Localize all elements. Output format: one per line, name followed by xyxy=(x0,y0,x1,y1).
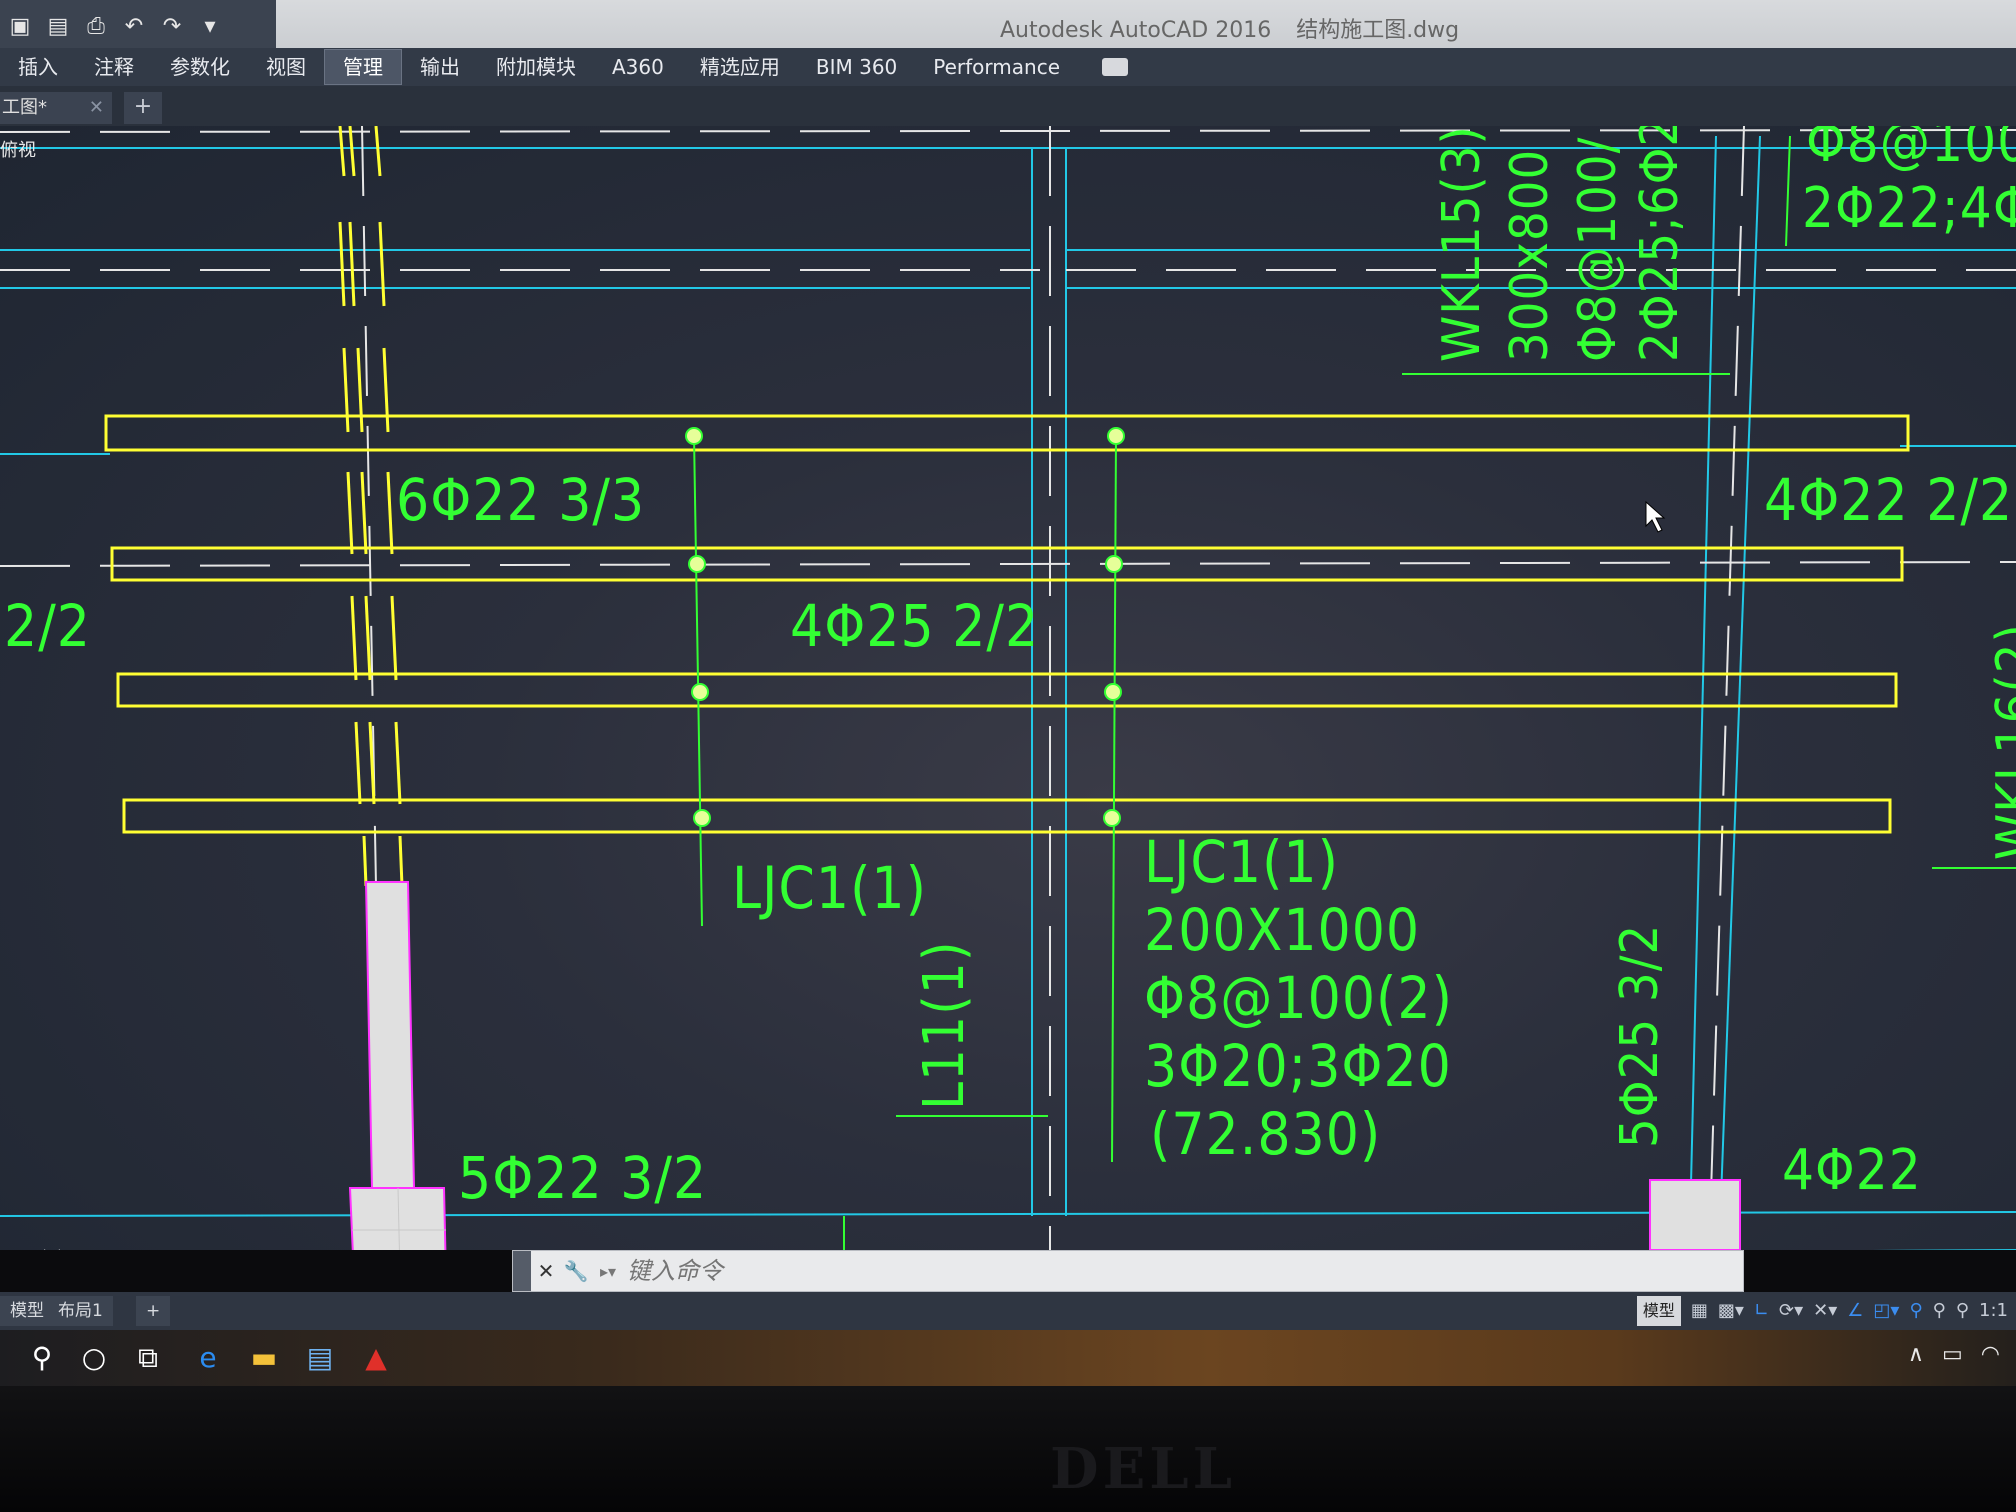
undo-icon[interactable]: ↶ xyxy=(120,13,148,41)
label-top-right-rebar: 2Φ22;4Φ xyxy=(1802,176,2016,241)
tab-insert[interactable]: 插入 xyxy=(0,50,76,84)
monitor-brand-logo: DELL xyxy=(1050,1436,1236,1502)
label-ljc-right-stirrup: Φ8@100(2) xyxy=(1144,964,1453,1032)
system-tray: ∧ ▭ ◠ xyxy=(1908,1342,2000,1367)
status-toggles: 模型 ▦ ▩▾ ∟ ⟳▾ ✕▾ ∠ ◰▾ ⚲ ⚲ ⚲ 1:1 xyxy=(1636,1294,2016,1328)
label-rebar-bottom-right: 4Φ22 xyxy=(1782,1138,1922,1203)
label-ljc-right-size: 200X1000 xyxy=(1144,896,1421,964)
close-icon[interactable]: ✕ xyxy=(89,92,104,124)
label-rebar-right: 4Φ22 2/2 xyxy=(1764,466,2014,534)
close-icon[interactable]: ✕ xyxy=(531,1259,561,1283)
search-icon[interactable]: ⚲ xyxy=(24,1340,60,1376)
center-lines xyxy=(0,126,2016,1250)
tab-output[interactable]: 输出 xyxy=(402,50,478,84)
tab-parametric[interactable]: 参数化 xyxy=(152,50,248,84)
redo-icon[interactable]: ↷ xyxy=(158,13,186,41)
print-icon[interactable]: ⎙ xyxy=(82,13,110,41)
save-as-icon[interactable]: ▤ xyxy=(44,13,72,41)
ribbon-toggle-icon[interactable] xyxy=(1102,58,1129,76)
label-rebar-middle: 4Φ25 2/2 xyxy=(790,592,1040,660)
object-snap-icon[interactable]: ✕▾ xyxy=(1813,1296,1837,1326)
label-rebar-left-edge: 2/2 xyxy=(4,592,91,660)
app-title: Autodesk AutoCAD 2016 xyxy=(1000,18,1272,43)
column-edges xyxy=(338,126,404,887)
notepad-icon[interactable]: ▤ xyxy=(302,1340,338,1376)
save-icon[interactable]: ▣ xyxy=(6,13,34,41)
chevron-up-icon[interactable]: ∧ xyxy=(1908,1342,1924,1367)
window-title: Autodesk AutoCAD 2016 结构施工图.dwg xyxy=(1000,12,1477,44)
tab-view[interactable]: 视图 xyxy=(248,50,324,84)
tab-bim360[interactable]: BIM 360 xyxy=(798,50,915,84)
grid-icon[interactable]: ▦ xyxy=(1691,1296,1708,1326)
drawing-geometry xyxy=(0,126,2016,1250)
annotation-visibility-icon[interactable]: ⚲ xyxy=(1909,1296,1922,1326)
tab-annotate[interactable]: 注释 xyxy=(76,50,152,84)
file-explorer-icon[interactable]: ▬ xyxy=(246,1340,282,1376)
label-ljc-left: LJC1(1) xyxy=(732,854,927,922)
monitor-bezel xyxy=(0,1386,2016,1512)
label-rebar-upper-left: 6Φ22 3/3 xyxy=(396,466,646,534)
label-rebar-vertical-right: 5Φ25 3/2 xyxy=(1610,923,1670,1148)
status-bar: 模型 布局1 + 模型 ▦ ▩▾ ∟ ⟳▾ ✕▾ ∠ ◰▾ ⚲ ⚲ ⚲ 1:1 xyxy=(0,1292,2016,1330)
doc-tab-current[interactable]: 工图* ✕ xyxy=(0,92,112,124)
viewport-label[interactable]: 俯视 xyxy=(0,136,36,162)
model-space-button[interactable]: 模型 xyxy=(1636,1296,1681,1326)
tab-model[interactable]: 模型 xyxy=(0,1296,54,1326)
title-bar: ▣ ▤ ⎙ ↶ ↷ ▾ Autodesk AutoCAD 2016 结构施工图.… xyxy=(0,0,2016,54)
drawing-canvas[interactable]: WKL15(3) 300x800 Φ8@100/ 2Φ25;6Φ2 Φ8@100… xyxy=(0,126,2016,1250)
label-top-right-stirrup: Φ8@100/ xyxy=(1806,126,2016,175)
tab-layout1[interactable]: 布局1 xyxy=(48,1296,113,1326)
auto-scale-icon[interactable]: ⚲ xyxy=(1933,1296,1946,1326)
document-tabs: 工图* ✕ + xyxy=(0,86,2016,126)
wrench-icon[interactable]: 🔧 xyxy=(561,1259,591,1283)
label-ljc-right-elevation: (72.830) xyxy=(1150,1100,1382,1168)
label-top-beam-size: 300x800 xyxy=(1500,148,1560,362)
label-beam-l11: L11(1) xyxy=(912,940,977,1110)
label-top-beam-name: WKL15(3) xyxy=(1432,126,1492,362)
add-layout-icon[interactable]: + xyxy=(136,1296,171,1326)
tab-performance[interactable]: Performance xyxy=(915,50,1078,84)
tab-addins[interactable]: 附加模块 xyxy=(478,50,594,84)
new-tab-button[interactable]: + xyxy=(124,92,162,124)
label-top-beam-stirrup: Φ8@100/ xyxy=(1568,136,1628,362)
ribbon-tabs: 插入 注释 参数化 视图 管理 输出 附加模块 A360 精选应用 BIM 36… xyxy=(0,48,2016,86)
mouse-cursor-icon xyxy=(1645,500,1666,533)
command-line: ✕ 🔧 ▸▾ xyxy=(512,1250,1744,1292)
label-ljc-right-rebar: 3Φ20;3Φ20 xyxy=(1144,1032,1452,1100)
snap-icon[interactable]: ▩▾ xyxy=(1718,1296,1744,1326)
cortana-icon[interactable]: ○ xyxy=(76,1340,112,1376)
command-line-grip[interactable] xyxy=(513,1251,531,1291)
autocad-icon[interactable]: ▲ xyxy=(358,1340,394,1376)
quick-access-toolbar: ▣ ▤ ⎙ ↶ ↷ ▾ xyxy=(0,0,276,54)
label-rebar-bottom-left: 5Φ22 3/2 xyxy=(458,1144,708,1212)
tab-a360[interactable]: A360 xyxy=(594,50,682,84)
windows-taskbar: ⚲ ○ ⧉ e ▬ ▤ ▲ ∧ ▭ ◠ xyxy=(0,1330,2016,1386)
file-name: 结构施工图.dwg xyxy=(1296,18,1460,43)
wifi-icon[interactable]: ◠ xyxy=(1981,1342,2000,1367)
doc-tab-label: 工图* xyxy=(2,97,47,118)
edge-icon[interactable]: e xyxy=(190,1340,226,1376)
task-view-icon[interactable]: ⧉ xyxy=(130,1340,166,1376)
prompt-icon[interactable]: ▸▾ xyxy=(591,1262,625,1281)
label-ljc-right-name: LJC1(1) xyxy=(1144,828,1339,896)
battery-icon[interactable]: ▭ xyxy=(1942,1342,1963,1367)
selection-cycling-icon[interactable]: ◰▾ xyxy=(1873,1296,1899,1326)
scale-dropdown[interactable]: 1:1 xyxy=(1979,1296,2008,1326)
tab-featured-apps[interactable]: 精选应用 xyxy=(682,50,798,84)
label-top-beam-rebar: 2Φ25;6Φ2 xyxy=(1630,126,1690,362)
ortho-icon[interactable]: ∟ xyxy=(1754,1296,1769,1326)
command-input[interactable] xyxy=(625,1256,1629,1286)
polar-tracking-icon[interactable]: ⟳▾ xyxy=(1779,1296,1803,1326)
customize-icon[interactable]: ▾ xyxy=(196,13,224,41)
label-right-edge-partial: WKL16(2) xyxy=(1986,623,2016,860)
dynamic-ucs-icon[interactable]: ∠ xyxy=(1847,1296,1863,1326)
tab-manage[interactable]: 管理 xyxy=(324,49,402,85)
annotation-scale-icon[interactable]: ⚲ xyxy=(1956,1296,1969,1326)
